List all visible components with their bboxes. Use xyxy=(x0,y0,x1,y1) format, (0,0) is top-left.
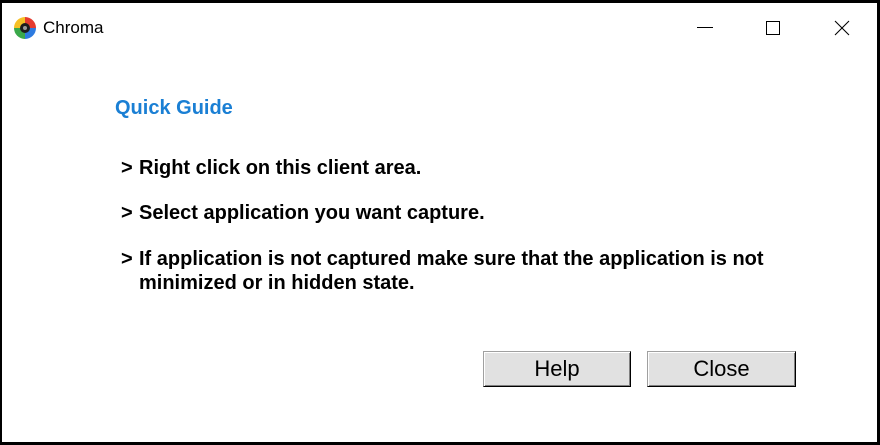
chroma-window: Chroma Quick Guide > Right click on this… xyxy=(0,0,880,445)
maximize-icon-square xyxy=(766,21,780,35)
guide-heading: Quick Guide xyxy=(115,97,233,119)
maximize-button[interactable] xyxy=(738,3,808,53)
minimize-icon xyxy=(697,27,713,28)
icon-center-dot xyxy=(23,26,27,30)
guide-item: > If application is not captured make su… xyxy=(121,247,789,295)
client-area[interactable]: Quick Guide > Right click on this client… xyxy=(0,53,880,445)
title-bar[interactable]: Chroma xyxy=(0,0,880,53)
guide-item-text: Right click on this client area. xyxy=(139,157,422,179)
close-button[interactable]: Close xyxy=(647,351,796,387)
guide-item-text: If application is not captured make sure… xyxy=(139,248,764,294)
guide-item-marker: > xyxy=(121,248,133,270)
guide-item-text: Select application you want capture. xyxy=(139,202,485,224)
minimize-button[interactable] xyxy=(670,3,740,53)
chroma-app-icon[interactable] xyxy=(14,17,36,39)
guide-item: > Select application you want capture. xyxy=(121,201,789,225)
window-title: Chroma xyxy=(43,18,104,37)
close-icon xyxy=(834,20,850,36)
guide-item: > Right click on this client area. xyxy=(121,156,789,180)
guide-item-marker: > xyxy=(121,202,133,224)
guide-item-marker: > xyxy=(121,157,133,179)
chroma-logo-graphic xyxy=(14,17,36,39)
maximize-icon xyxy=(766,21,780,35)
close-window-button[interactable] xyxy=(807,3,877,53)
help-button[interactable]: Help xyxy=(483,351,631,387)
